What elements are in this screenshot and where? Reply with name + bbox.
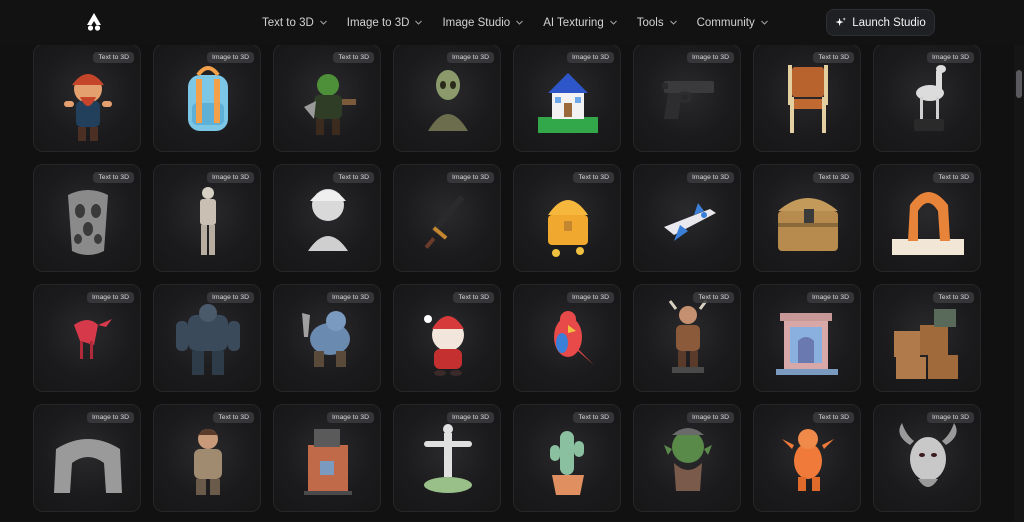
generation-type-badge: Text to 3D	[933, 292, 974, 303]
launch-studio-label: Launch Studio	[852, 16, 926, 29]
generation-type-badge: Text to 3D	[213, 412, 254, 423]
nav-ai-texturing[interactable]: AI Texturing	[543, 17, 617, 29]
model-card[interactable]: Image to 3D	[753, 284, 861, 392]
chevron-down-icon	[669, 20, 677, 25]
model-card[interactable]: Image to 3D	[513, 284, 621, 392]
model-card[interactable]: Image to 3D	[273, 284, 381, 392]
model-card[interactable]: Text to 3D	[153, 404, 261, 512]
nav-text-to-3d[interactable]: Text to 3D	[262, 17, 327, 29]
generation-type-badge: Image to 3D	[326, 412, 374, 423]
model-card[interactable]: Text to 3D	[753, 164, 861, 272]
generation-type-badge: Text to 3D	[333, 52, 374, 63]
generation-type-badge: Image to 3D	[686, 412, 734, 423]
nav-image-to-3d[interactable]: Image to 3D	[347, 17, 423, 29]
nav-label: AI Texturing	[543, 16, 604, 29]
top-navigation-bar: Text to 3D Image to 3D Image Studio AI T…	[0, 0, 1024, 45]
chevron-down-icon	[415, 20, 423, 25]
generation-type-badge: Text to 3D	[933, 172, 974, 183]
model-card[interactable]: Image to 3D	[633, 44, 741, 152]
generation-type-badge: Image to 3D	[686, 172, 734, 183]
nav-image-studio[interactable]: Image Studio	[442, 16, 524, 29]
model-card[interactable]: Text to 3D	[513, 404, 621, 512]
model-card[interactable]: Text to 3D	[873, 284, 981, 392]
model-card[interactable]: Text to 3D	[273, 164, 381, 272]
model-card[interactable]: Image to 3D	[873, 44, 981, 152]
generation-type-badge: Image to 3D	[566, 52, 614, 63]
generation-type-badge: Image to 3D	[566, 292, 614, 303]
model-card[interactable]: Text to 3D	[753, 404, 861, 512]
generation-type-badge: Text to 3D	[813, 412, 854, 423]
sparkle-icon	[835, 17, 847, 27]
model-card[interactable]: Image to 3D	[873, 404, 981, 512]
generation-type-badge: Image to 3D	[206, 52, 254, 63]
model-card[interactable]: Image to 3D	[633, 404, 741, 512]
model-card[interactable]: Text to 3D	[513, 164, 621, 272]
generation-type-badge: Text to 3D	[813, 172, 854, 183]
nav-community[interactable]: Community	[697, 17, 768, 29]
model-card[interactable]: Image to 3D	[153, 284, 261, 392]
generation-type-badge: Text to 3D	[453, 292, 494, 303]
model-card[interactable]: Text to 3D	[753, 44, 861, 152]
nav-label: Community	[696, 16, 755, 29]
model-card[interactable]: Image to 3D	[153, 44, 261, 152]
generation-type-badge: Image to 3D	[86, 292, 134, 303]
chevron-down-icon	[516, 20, 524, 25]
nav-label: Tools	[636, 16, 664, 29]
model-card[interactable]: Image to 3D	[393, 44, 501, 152]
generation-type-badge: Text to 3D	[573, 412, 614, 423]
generation-type-badge: Image to 3D	[686, 52, 734, 63]
generation-type-badge: Text to 3D	[693, 292, 734, 303]
nav-label: Image Studio	[442, 16, 511, 29]
model-card[interactable]: Text to 3D	[393, 284, 501, 392]
generation-type-badge: Image to 3D	[446, 412, 494, 423]
launch-studio-button[interactable]: Launch Studio	[826, 9, 935, 36]
model-card[interactable]: Image to 3D	[33, 284, 141, 392]
generation-type-badge: Text to 3D	[813, 52, 854, 63]
model-card[interactable]: Image to 3D	[393, 164, 501, 272]
chevron-down-icon	[319, 20, 327, 25]
nav-label: Image to 3D	[346, 16, 410, 29]
model-card[interactable]: Image to 3D	[393, 404, 501, 512]
generation-type-badge: Text to 3D	[573, 172, 614, 183]
model-card[interactable]: Text to 3D	[873, 164, 981, 272]
model-card[interactable]: Text to 3D	[33, 44, 141, 152]
generation-type-badge: Image to 3D	[326, 292, 374, 303]
generation-type-badge: Image to 3D	[206, 172, 254, 183]
generation-type-badge: Image to 3D	[926, 412, 974, 423]
model-card[interactable]: Image to 3D	[513, 44, 621, 152]
model-card[interactable]: Text to 3D	[633, 284, 741, 392]
logo-icon[interactable]	[84, 12, 104, 32]
chevron-down-icon	[760, 20, 768, 25]
scrollbar-track[interactable]	[1014, 45, 1024, 522]
model-card[interactable]: Image to 3D	[273, 404, 381, 512]
nav-tools[interactable]: Tools	[637, 17, 677, 29]
generation-type-badge: Text to 3D	[93, 52, 134, 63]
generation-type-badge: Image to 3D	[926, 52, 974, 63]
generation-type-badge: Image to 3D	[806, 292, 854, 303]
model-card[interactable]: Image to 3D	[33, 404, 141, 512]
model-card[interactable]: Text to 3D	[273, 44, 381, 152]
nav-label: Text to 3D	[262, 16, 314, 29]
model-card[interactable]: Image to 3D	[153, 164, 261, 272]
generation-type-badge: Image to 3D	[446, 172, 494, 183]
main-nav: Text to 3D Image to 3D Image Studio AI T…	[262, 0, 788, 45]
generation-type-badge: Text to 3D	[93, 172, 134, 183]
model-card[interactable]: Text to 3D	[33, 164, 141, 272]
generation-type-badge: Text to 3D	[333, 172, 374, 183]
model-card[interactable]: Image to 3D	[633, 164, 741, 272]
generation-type-badge: Image to 3D	[206, 292, 254, 303]
model-gallery-grid: Text to 3D Image to 3D Text to 3D Image to …	[33, 44, 981, 512]
scrollbar-thumb[interactable]	[1016, 70, 1022, 98]
generation-type-badge: Image to 3D	[86, 412, 134, 423]
generation-type-badge: Image to 3D	[446, 52, 494, 63]
chevron-down-icon	[609, 20, 617, 25]
